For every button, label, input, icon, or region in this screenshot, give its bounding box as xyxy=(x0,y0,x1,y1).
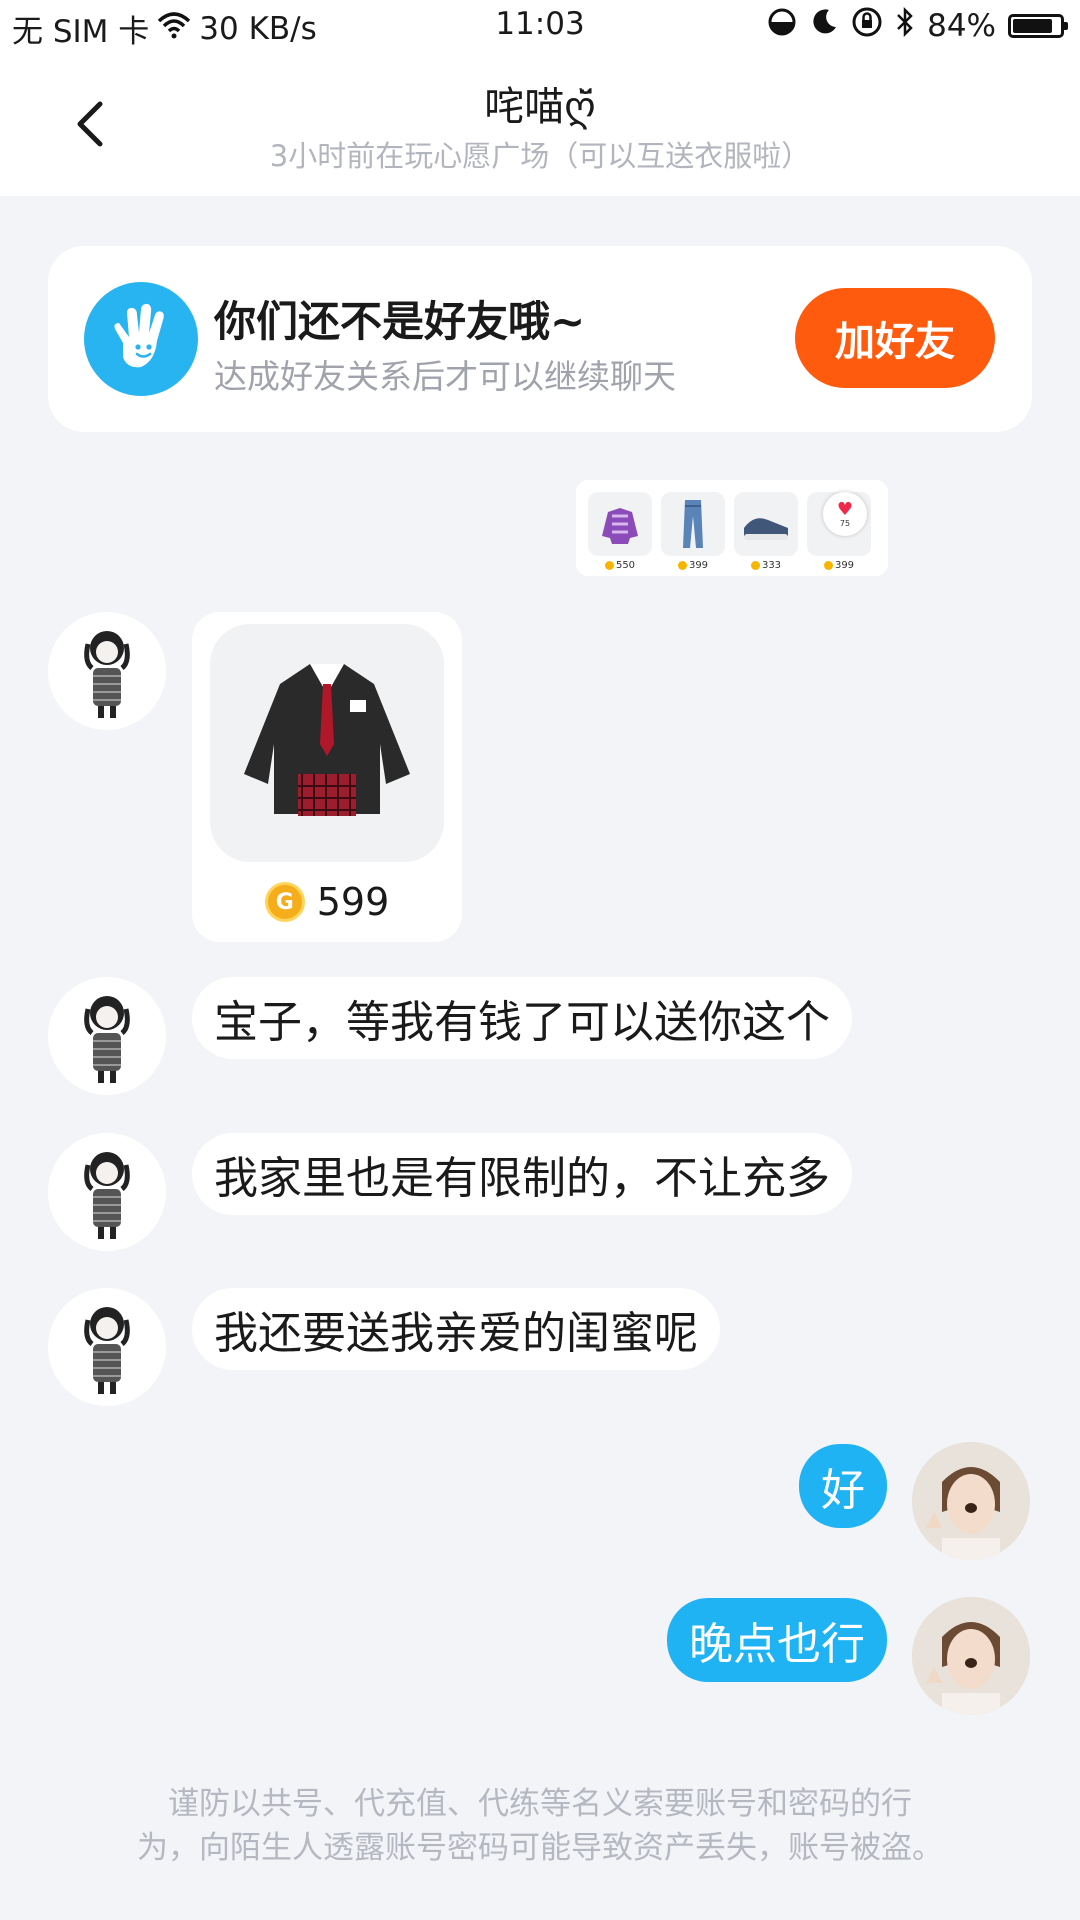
avatar[interactable] xyxy=(912,1442,1030,1560)
coin-icon xyxy=(823,561,833,570)
battery-icon xyxy=(1008,14,1068,38)
likes-badge: ♥ 75 xyxy=(823,492,867,536)
warning-line-2: 为，向陌生人透露账号密码可能导致资产丢失，账号被盗。 xyxy=(137,1830,943,1866)
girl-avatar-icon xyxy=(84,1152,130,1239)
gift-price: 599 xyxy=(316,880,390,924)
data-saver-icon xyxy=(767,7,797,45)
bluetooth-icon xyxy=(895,6,915,45)
status-bar: 无 SIM 卡 30 KB/s 11:03 84% xyxy=(0,0,1080,56)
heart-icon: ♥ xyxy=(836,498,854,520)
blazer-uniform-icon xyxy=(210,624,444,862)
coin-icon xyxy=(604,561,614,570)
girl-avatar-icon xyxy=(84,1307,130,1394)
girl-avatar-icon xyxy=(84,631,130,718)
user-photo-avatar-icon xyxy=(912,1442,1030,1560)
avatar[interactable] xyxy=(48,612,166,730)
purple-jacket-icon[interactable] xyxy=(588,492,652,556)
battery-fill xyxy=(1013,19,1052,33)
message-bubble[interactable]: 好 xyxy=(799,1444,887,1528)
message-bubble[interactable]: 晚点也行 xyxy=(667,1598,887,1682)
security-warning: 谨防以共号、代充值、代练等名义索要账号和密码的行 为，向陌生人透露账号密码可能导… xyxy=(60,1782,1020,1870)
jeans-icon[interactable] xyxy=(661,492,725,556)
heart-item-icon[interactable]: ♥ 75 xyxy=(807,492,871,556)
gift-card[interactable]: G 599 xyxy=(192,612,462,942)
message-bubble[interactable]: 宝子，等我有钱了可以送你这个 xyxy=(192,977,852,1059)
not-friends-subtitle: 达成好友关系后才可以继续聊天 xyxy=(214,357,676,396)
hand-icon xyxy=(84,282,198,396)
coin-icon: G xyxy=(264,882,305,922)
message-bubble[interactable]: 我还要送我亲爱的闺蜜呢 xyxy=(192,1288,720,1370)
battery-percent: 84% xyxy=(927,8,996,44)
coin-icon xyxy=(677,561,687,570)
avatar[interactable] xyxy=(48,977,166,1095)
coin-icon xyxy=(750,561,760,570)
strip-price-3: 333 xyxy=(761,560,782,571)
rotation-lock-icon xyxy=(851,6,883,46)
sneakers-icon[interactable] xyxy=(734,492,798,556)
avatar[interactable] xyxy=(48,1288,166,1406)
likes-count: 75 xyxy=(839,518,851,528)
chat-header: 咤喵ღ̆̈ 3小时前在玩心愿广场（可以互送衣服啦） xyxy=(0,56,1080,196)
moon-icon xyxy=(809,7,839,45)
warning-line-1: 谨防以共号、代充值、代练等名义索要账号和密码的行 xyxy=(168,1786,912,1822)
strip-price-2: 399 xyxy=(688,560,709,571)
shared-outfit-card[interactable]: 550 399 333 ♥ 75 399 xyxy=(576,480,888,576)
strip-price-4: 399 xyxy=(834,560,855,571)
chat-title: 咤喵ღ̆̈ xyxy=(484,84,596,130)
not-friends-title: 你们还不是好友哦~ xyxy=(214,297,586,346)
user-photo-avatar-icon xyxy=(912,1597,1030,1715)
not-friends-card: 你们还不是好友哦~ 达成好友关系后才可以继续聊天 加好友 xyxy=(48,246,1032,432)
message-bubble[interactable]: 我家里也是有限制的，不让充多 xyxy=(192,1133,852,1215)
avatar[interactable] xyxy=(48,1133,166,1251)
add-friend-button[interactable]: 加好友 xyxy=(795,288,995,388)
avatar[interactable] xyxy=(912,1597,1030,1715)
girl-avatar-icon xyxy=(84,996,130,1083)
chat-subtitle: 3小时前在玩心愿广场（可以互送衣服啦） xyxy=(269,139,811,173)
strip-price-1: 550 xyxy=(615,560,636,571)
